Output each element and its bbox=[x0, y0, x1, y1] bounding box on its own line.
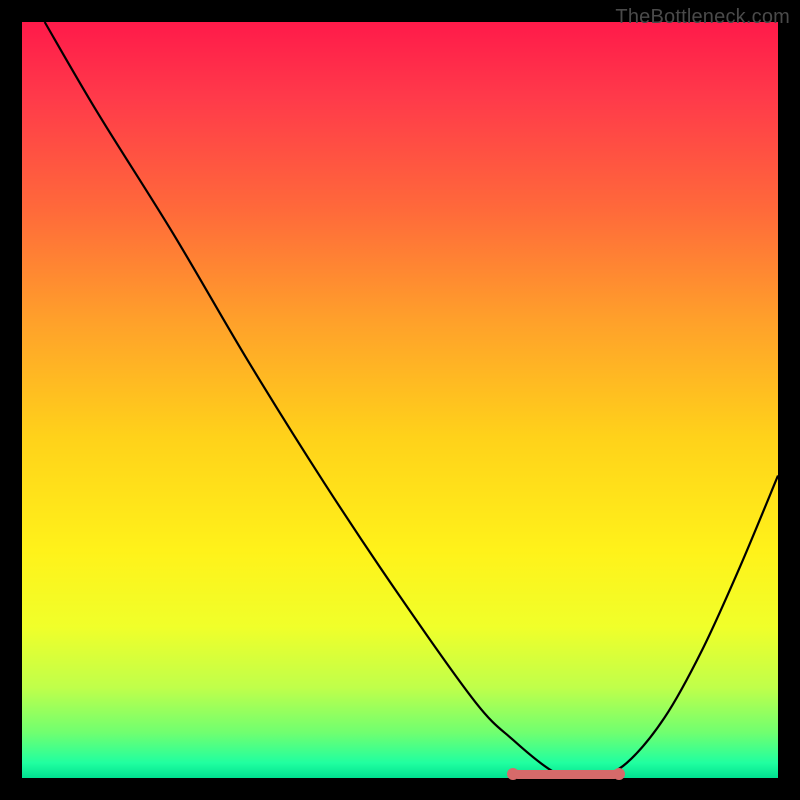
bottleneck-curve bbox=[22, 22, 778, 778]
chart-frame: TheBottleneck.com bbox=[0, 0, 800, 800]
optimal-range-marker bbox=[513, 770, 619, 779]
optimal-range-end-dot bbox=[613, 768, 625, 780]
